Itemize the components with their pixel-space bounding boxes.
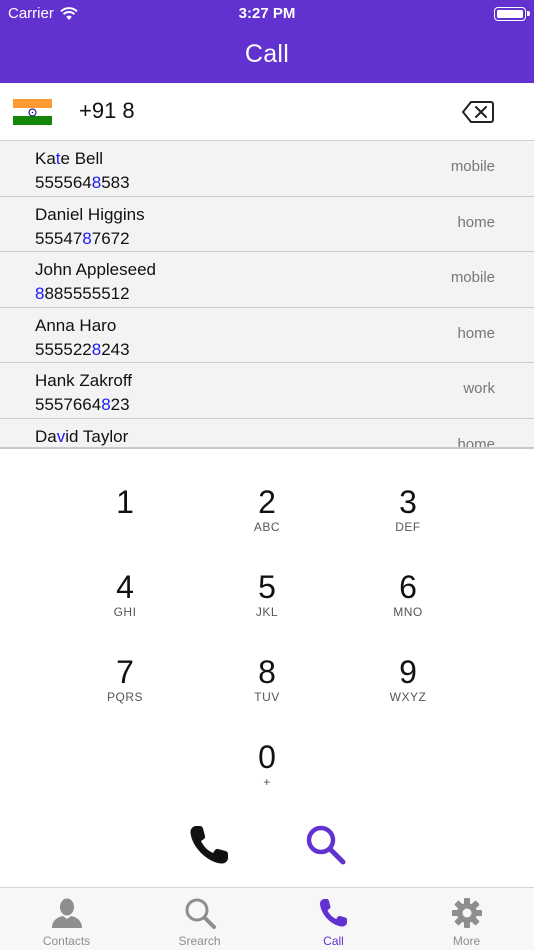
tab-label: More (452, 934, 481, 948)
contact-phone-type: mobile (450, 269, 495, 286)
tab-label: Srearch (178, 934, 221, 948)
contact-phone-type: work (463, 380, 495, 397)
contact-name: Anna Haro (35, 315, 117, 335)
key-letters: WXYZ (389, 690, 427, 704)
contact-name: Daniel Higgins (35, 204, 145, 224)
key-6[interactable]: 6 MNO (348, 568, 468, 638)
key-digit: 2 (258, 484, 276, 520)
contact-row[interactable]: John Appleseed 8885555512 mobile (0, 252, 534, 308)
contact-phone-type: mobile (450, 158, 495, 175)
key-8[interactable]: 8 TUV (207, 653, 327, 723)
key-2[interactable]: 2 ABC (207, 483, 327, 553)
contact-row[interactable]: Daniel Higgins 5554787672 home (0, 197, 534, 252)
contact-row[interactable]: Hank Zakroff 5557664823 work (0, 363, 534, 419)
tab-bar: Contacts Srearch Call More (0, 887, 534, 950)
contact-phone-type: home (457, 213, 495, 231)
dial-input-bar: +91 8 (0, 83, 534, 141)
contact-phone: 5554787672 (35, 228, 130, 248)
tab-search[interactable]: Srearch (133, 888, 266, 950)
key-letters: + (263, 775, 271, 789)
tab-label: Call (323, 934, 344, 948)
key-digit: 6 (399, 569, 417, 605)
battery-icon (494, 7, 530, 21)
backspace-icon[interactable] (462, 100, 494, 124)
contact-name: David Taylor (35, 426, 129, 446)
status-time: 3:27 PM (238, 5, 296, 22)
key-3[interactable]: 3 DEF (348, 483, 468, 553)
tab-more[interactable]: More (400, 888, 533, 950)
key-letters: PQRS (106, 690, 143, 704)
key-5[interactable]: 5 JKL (207, 568, 327, 638)
key-digit: 8 (258, 654, 276, 690)
contact-phone-type: home (457, 324, 495, 342)
india-flag-icon[interactable] (13, 99, 52, 125)
key-7[interactable]: 7 PQRS (65, 653, 185, 723)
contact-suggestion-list[interactable]: Kate Bell 5555648583 mobile Daniel Higgins 5… (0, 141, 534, 447)
key-digit: 4 (116, 569, 134, 605)
contact-row[interactable]: Anna Haro 5555228243 home (0, 308, 534, 363)
key-digit: 3 (399, 484, 417, 520)
phone-icon (319, 899, 347, 927)
tab-call[interactable]: Call (267, 888, 400, 950)
call-button[interactable] (186, 822, 232, 868)
key-digit: 9 (399, 654, 417, 690)
key-letters: JKL (255, 605, 279, 619)
key-letters: ABC (253, 520, 281, 534)
contact-name: John Appleseed (35, 260, 156, 279)
key-9[interactable]: 9 WXYZ (348, 653, 468, 723)
contact-row[interactable]: Kate Bell 5555648583 mobile (0, 141, 534, 197)
key-digit: 7 (116, 654, 134, 690)
contact-phone: 5555228243 (35, 339, 130, 359)
tab-label: Contacts (42, 934, 91, 948)
navigation-header: Carrier 3:27 PM Call (0, 0, 534, 83)
contact-phone-type: home (457, 435, 495, 448)
contact-phone: 5557664823 (35, 395, 130, 414)
contact-phone: 8885555512 (35, 284, 130, 303)
key-0[interactable]: 0 + (207, 738, 327, 808)
person-icon (51, 898, 82, 928)
key-digit: 0 (258, 739, 276, 775)
contact-name: Kate Bell (35, 149, 104, 168)
contact-phone: 5555648583 (35, 173, 130, 192)
contact-row[interactable]: David Taylor home (0, 419, 534, 448)
key-digit: 1 (116, 484, 134, 520)
key-letters: MNO (393, 605, 423, 619)
search-icon (185, 898, 216, 929)
key-4[interactable]: 4 GHI (65, 568, 185, 638)
key-1[interactable]: 1 (65, 483, 185, 553)
key-letters: TUV (254, 690, 280, 704)
status-bar: Carrier 3:27 PM (0, 5, 534, 25)
tab-contacts[interactable]: Contacts (0, 888, 133, 950)
key-letters: GHI (113, 605, 137, 619)
dial-keypad: 1 2 ABC 3 DEF 4 GHI 5 JKL 6 MNO 7 PQRS 8 TUV 9 WXYZ 0 + (0, 449, 534, 887)
dialed-number[interactable]: +91 8 (79, 98, 135, 124)
page-title: Call (244, 40, 290, 68)
search-button[interactable] (303, 822, 349, 868)
key-letters: DEF (395, 520, 421, 534)
gear-icon (451, 898, 482, 928)
contact-name: Hank Zakroff (35, 371, 133, 390)
key-digit: 5 (258, 569, 276, 605)
